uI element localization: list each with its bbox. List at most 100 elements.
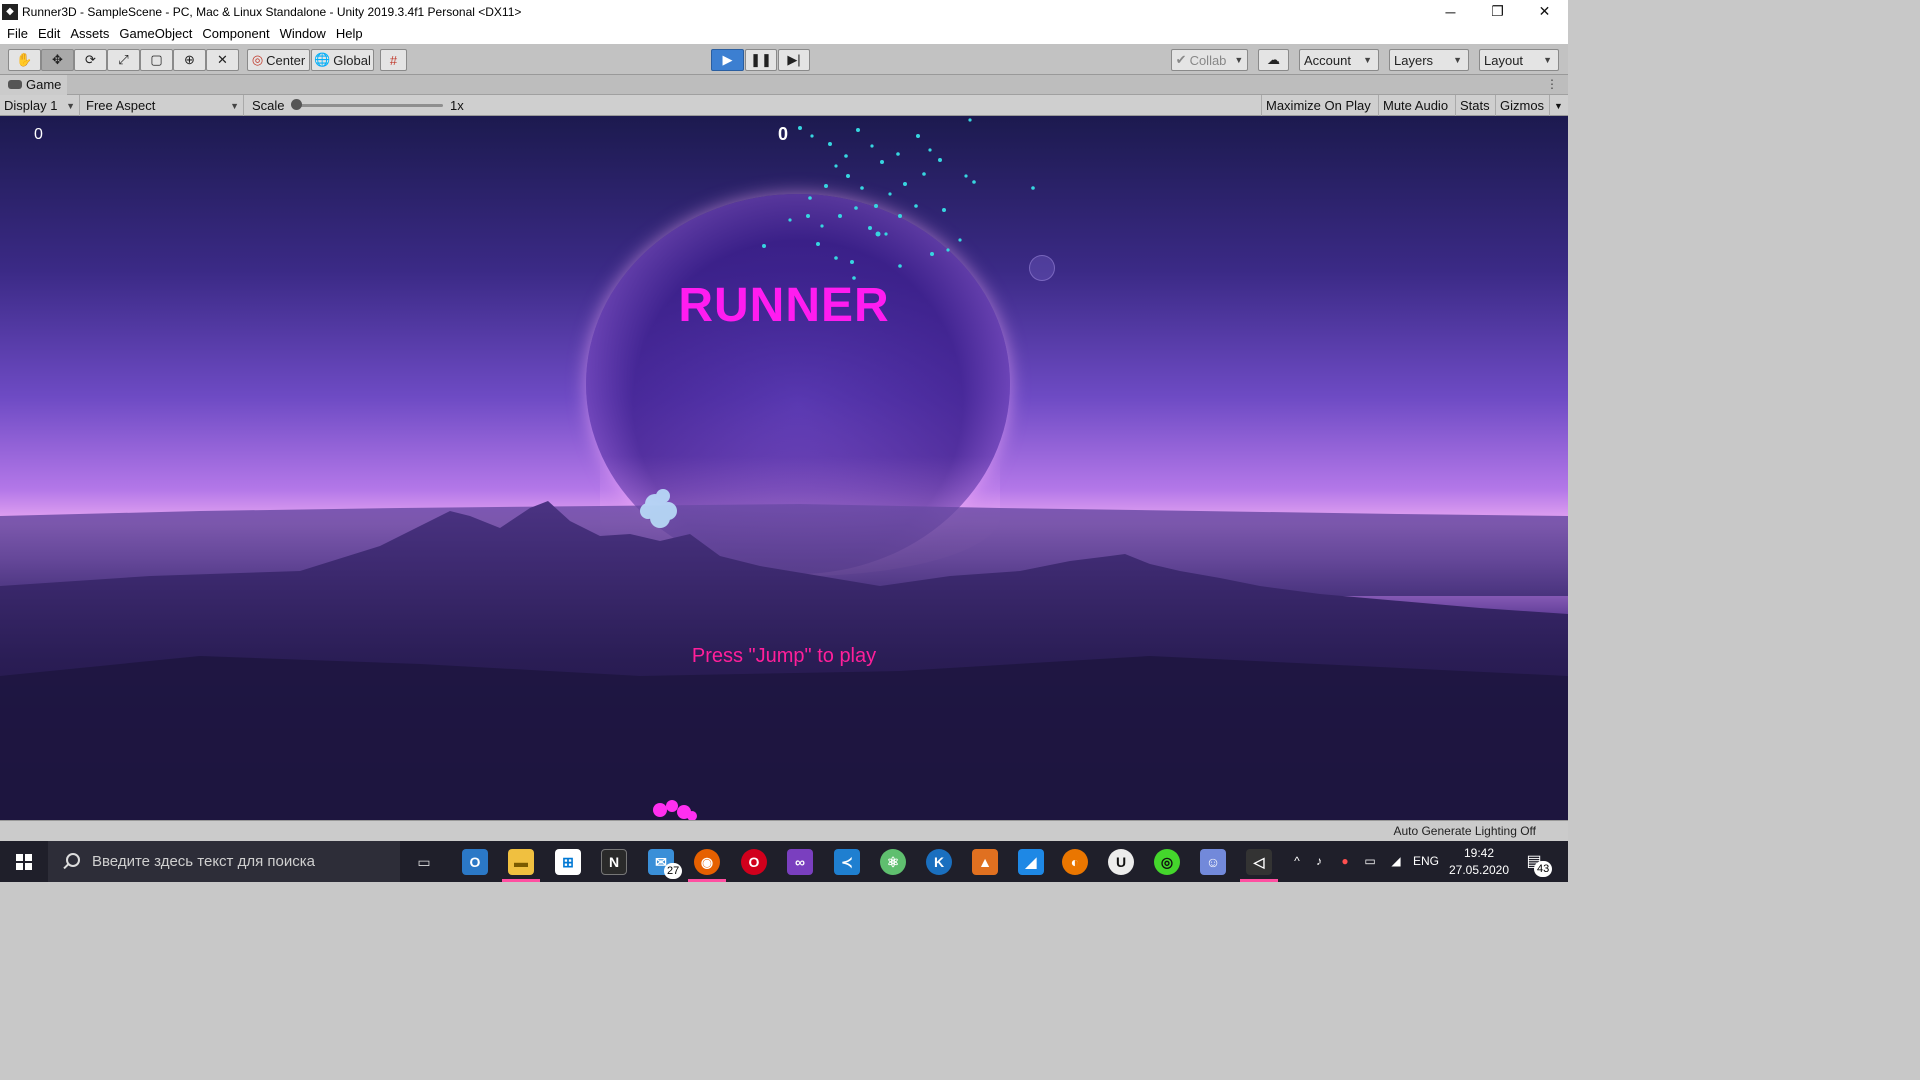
- search-icon: [62, 852, 80, 871]
- maximize-on-play-toggle[interactable]: Maximize On Play: [1261, 95, 1375, 116]
- move-tool-button[interactable]: ✥: [41, 49, 74, 71]
- scale-tool-button[interactable]: ⤢: [107, 49, 140, 71]
- menu-gameobject[interactable]: GameObject: [114, 26, 197, 41]
- window-title: Runner3D - SampleScene - PC, Mac & Linux…: [22, 4, 522, 19]
- menu-assets[interactable]: Assets: [65, 26, 114, 41]
- notifications-badge: 43: [1534, 861, 1553, 877]
- tray-overflow-icon[interactable]: ^: [1289, 854, 1305, 868]
- stats-label: Stats: [1460, 98, 1490, 113]
- atom-icon[interactable]: ⚛: [880, 849, 906, 875]
- chevron-down-icon: ▼: [1234, 55, 1244, 65]
- scale-label: Scale: [252, 98, 285, 113]
- vscode-icon[interactable]: ≺: [834, 849, 860, 875]
- display-dropdown[interactable]: Display 1 ▼: [0, 95, 80, 116]
- task-view-icon[interactable]: ▭: [411, 849, 437, 875]
- custom-tool-button[interactable]: ✕: [206, 49, 239, 71]
- razer-icon[interactable]: ◎: [1154, 849, 1180, 875]
- step-button[interactable]: ▶|: [778, 49, 810, 71]
- file-explorer-icon[interactable]: ▬: [508, 849, 534, 875]
- grid-snap-button[interactable]: #: [380, 49, 407, 71]
- menu-help[interactable]: Help: [331, 26, 368, 41]
- score-center: 0: [778, 124, 789, 144]
- store-icon[interactable]: ⊞: [555, 849, 581, 875]
- menu-window[interactable]: Window: [275, 26, 331, 41]
- hand-tool-button[interactable]: ✋: [8, 49, 41, 71]
- mail-badge: 27: [664, 863, 683, 879]
- lighting-status: Auto Generate Lighting Off: [1393, 824, 1536, 838]
- gizmos-toggle[interactable]: Gizmos: [1495, 95, 1548, 116]
- account-dropdown[interactable]: Account ▼: [1299, 49, 1379, 71]
- maximize-label: Maximize On Play: [1266, 98, 1371, 113]
- gizmos-label: Gizmos: [1500, 98, 1545, 113]
- gitkraken-icon[interactable]: K: [926, 849, 952, 875]
- unity-taskbar-icon[interactable]: ◁: [1246, 849, 1272, 875]
- main-toolbar: ✋ ✥ ⟳ ⤢ ▢ ⊕ ✕ ◎ Center 🌐 Global # ▶ ❚❚ ▶…: [0, 44, 1568, 75]
- unity-active-indicator: [1240, 879, 1278, 882]
- pivot-label: Center: [266, 52, 306, 68]
- close-button[interactable]: ✕: [1521, 0, 1568, 23]
- layout-label: Layout: [1484, 52, 1524, 68]
- menu-component[interactable]: Component: [197, 26, 274, 41]
- restore-button[interactable]: ❐: [1474, 0, 1521, 23]
- security-icon[interactable]: ●: [1337, 854, 1353, 868]
- firefox-active-indicator: [688, 879, 726, 882]
- volume-icon[interactable]: ♪: [1311, 854, 1327, 868]
- unreal-icon[interactable]: U: [1108, 849, 1134, 875]
- transform-tool-button[interactable]: ⊕: [173, 49, 206, 71]
- gizmos-dropdown[interactable]: ▼: [1549, 95, 1567, 116]
- rect-tool-button[interactable]: ▢: [140, 49, 173, 71]
- battery-icon[interactable]: ▭: [1362, 854, 1378, 868]
- visual-studio-icon[interactable]: ∞: [787, 849, 813, 875]
- matlab-icon[interactable]: ▲: [972, 849, 998, 875]
- discord-icon[interactable]: ☺: [1200, 849, 1226, 875]
- firefox-icon[interactable]: ◉: [694, 849, 720, 875]
- game-viewport[interactable]: 0 0 RUNNER Press "Jump" to play: [0, 116, 1568, 820]
- sharkey-icon[interactable]: ◢: [1018, 849, 1044, 875]
- clock-date: 27.05.2020: [1448, 863, 1510, 877]
- scale-value: 1x: [450, 98, 464, 113]
- outlook-icon[interactable]: O: [462, 849, 488, 875]
- layers-dropdown[interactable]: Layers ▼: [1389, 49, 1469, 71]
- language-indicator[interactable]: ENG: [1413, 854, 1439, 868]
- opera-icon[interactable]: O: [741, 849, 767, 875]
- pause-button[interactable]: ❚❚: [745, 49, 777, 71]
- windows-icon: [16, 853, 32, 870]
- menu-edit[interactable]: Edit: [33, 26, 65, 41]
- taskbar-search[interactable]: Введите здесь текст для поиска: [48, 841, 400, 882]
- tab-game[interactable]: Game: [0, 74, 68, 95]
- aspect-dropdown[interactable]: Free Aspect ▼: [82, 95, 244, 116]
- mute-label: Mute Audio: [1383, 98, 1449, 113]
- pivot-center-button[interactable]: ◎ Center: [247, 49, 310, 71]
- minimize-button[interactable]: ─: [1427, 0, 1474, 23]
- blender-icon[interactable]: ◐: [1062, 849, 1088, 875]
- more-options-icon[interactable]: ⋮: [1546, 77, 1558, 91]
- menu-bar: File Edit Assets GameObject Component Wi…: [0, 23, 1568, 44]
- step-icon: ▶|: [787, 52, 801, 67]
- account-label: Account: [1304, 52, 1351, 68]
- scale-slider-handle[interactable]: [291, 99, 302, 110]
- play-button[interactable]: ▶: [711, 49, 744, 71]
- rect-icon: ▢: [150, 52, 163, 67]
- hand-icon: ✋: [16, 52, 33, 67]
- layout-dropdown[interactable]: Layout ▼: [1479, 49, 1559, 71]
- scale-slider[interactable]: [297, 104, 443, 107]
- file-explorer-active-indicator: [502, 879, 540, 882]
- pause-icon: ❚❚: [750, 52, 772, 67]
- global-space-button[interactable]: 🌐 Global: [311, 49, 374, 71]
- title-bar: ◆ Runner3D - SampleScene - PC, Mac & Lin…: [0, 0, 1568, 23]
- menu-file[interactable]: File: [2, 26, 33, 41]
- rotate-tool-button[interactable]: ⟳: [74, 49, 107, 71]
- cloud-button[interactable]: ☁: [1258, 49, 1289, 71]
- chevron-down-icon: ▼: [230, 100, 239, 111]
- aspect-label: Free Aspect: [86, 98, 156, 113]
- mute-audio-toggle[interactable]: Mute Audio: [1378, 95, 1452, 116]
- stats-toggle[interactable]: Stats: [1455, 95, 1494, 116]
- clock[interactable]: 19:42 27.05.2020: [1446, 845, 1512, 879]
- cloud-icon: ☁: [1267, 52, 1280, 67]
- notion-icon[interactable]: N: [601, 849, 627, 875]
- unity-icon: ◆: [2, 3, 18, 20]
- collab-dropdown[interactable]: ✔ Collab ▼: [1171, 49, 1248, 71]
- space-label: Global: [333, 52, 371, 68]
- start-button[interactable]: [0, 841, 48, 882]
- wifi-icon[interactable]: ◢: [1388, 854, 1404, 868]
